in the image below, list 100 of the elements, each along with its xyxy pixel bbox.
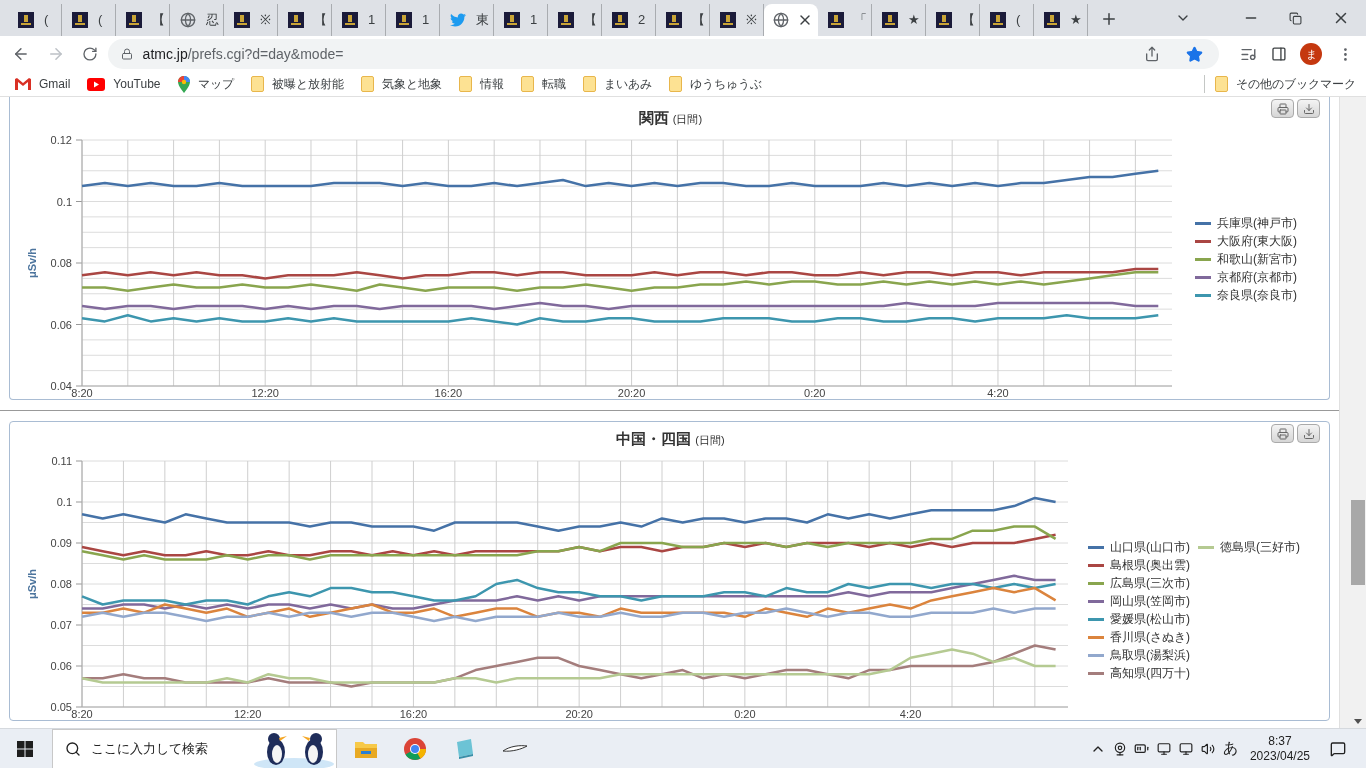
legend-label[interactable]: 岡山県(笠岡市) [1110, 592, 1190, 610]
ime-indicator[interactable]: あ [1218, 737, 1242, 760]
globe-icon [773, 12, 789, 28]
legend-label[interactable]: 高知県(四万十) [1110, 664, 1190, 682]
site-favicon-icon [720, 12, 736, 28]
axis-tick-label: 0.08 [50, 578, 72, 590]
axis-tick-label: 0.06 [50, 660, 72, 672]
search-icon [65, 740, 81, 757]
legend-label[interactable]: 島根県(奥出雲) [1110, 556, 1190, 574]
legend-label[interactable]: 奈良県(奈良市) [1217, 286, 1297, 304]
axis-tick-label: 20:20 [617, 387, 646, 399]
folder-icon [458, 76, 472, 92]
site-favicon-icon [612, 12, 628, 28]
restore-icon[interactable] [1289, 12, 1302, 25]
camera-icon[interactable] [1112, 741, 1127, 756]
play-icon [87, 77, 106, 91]
site-favicon-icon [72, 12, 88, 28]
bookmark-item[interactable]: 被曝と放射能 [250, 75, 344, 93]
reload-icon[interactable] [81, 46, 98, 62]
scrollbar-thumb[interactable] [1351, 500, 1365, 585]
chart-title: 関西 [638, 107, 669, 128]
axis-tick-label: 0.1 [56, 496, 72, 508]
axis-tick-label: 16:20 [399, 708, 428, 720]
legend-label[interactable]: 愛媛県(松山市) [1110, 610, 1190, 628]
download-icon [1302, 102, 1315, 115]
download-button[interactable] [1297, 424, 1320, 443]
folder-icon [360, 76, 374, 92]
printer-icon [1276, 427, 1289, 440]
back-icon[interactable] [12, 45, 30, 63]
globe-icon [180, 12, 196, 28]
legend-label[interactable]: 鳥取県(湯梨浜) [1110, 646, 1190, 664]
axis-tick-label: 0.11 [51, 455, 72, 467]
download-icon [1302, 427, 1315, 440]
speaker-icon[interactable] [1200, 741, 1215, 756]
folder-icon [668, 76, 682, 92]
chart-period: (日間) [695, 432, 725, 448]
bird-icon [450, 12, 466, 28]
bookmark-item[interactable]: マップ [177, 75, 234, 93]
folder-icon[interactable] [355, 739, 377, 758]
print-button[interactable] [1271, 424, 1294, 443]
legend-label[interactable]: 和歌山(新宮市) [1217, 250, 1297, 268]
folder-icon [250, 76, 264, 92]
legend-label[interactable]: 山口県(山口市) [1110, 538, 1190, 556]
bookmark-item[interactable]: ゆうちゅうぶ [668, 75, 762, 93]
axis-tick-label: 0.07 [50, 619, 72, 631]
bookmark-item[interactable]: まいあみ [582, 75, 652, 93]
axis-tick-label: 20:20 [565, 708, 593, 720]
notification-icon[interactable] [1330, 740, 1346, 757]
print-button[interactable] [1271, 99, 1294, 118]
search-field[interactable]: ここに入力して検索 [52, 728, 337, 768]
bookmark-star-icon[interactable] [1185, 45, 1203, 63]
legend-label[interactable]: 大阪府(東大阪) [1217, 232, 1297, 250]
monitor-icon[interactable] [1178, 741, 1193, 756]
site-favicon-icon [396, 12, 412, 28]
browser-tab[interactable] [764, 4, 818, 36]
axis-tick-label: 8:20 [71, 387, 93, 399]
axis-tick-label: 0.05 [50, 701, 72, 713]
printer-icon [1276, 102, 1289, 115]
axis-tick-label: 0:20 [804, 387, 826, 399]
site-favicon-icon [342, 12, 358, 28]
scrollbar[interactable] [1340, 97, 1366, 728]
site-favicon-icon [288, 12, 304, 28]
legend-label[interactable]: 香川県(さぬき) [1110, 628, 1190, 646]
app-icon[interactable] [502, 743, 528, 754]
folder-icon [1215, 76, 1228, 92]
axis-title: μSv/h [26, 569, 38, 599]
bookmark-item[interactable]: 気象と地象 [360, 75, 442, 93]
axis-tick-label: 0.1 [56, 195, 72, 208]
legend-label[interactable]: 徳島県(三好市) [1220, 538, 1300, 556]
legend-label[interactable]: 京都府(京都市) [1217, 268, 1297, 286]
new-tab-icon[interactable] [1100, 10, 1118, 28]
bookmark-item[interactable]: YouTube [87, 75, 161, 93]
address-bar[interactable]: atmc.jp/prefs.cgi?d=day&mode= [107, 39, 1219, 69]
download-button[interactable] [1297, 99, 1320, 118]
axis-title: μSv/h [26, 248, 38, 278]
chrome-logo-icon[interactable] [404, 737, 426, 760]
bookmark-item[interactable]: 転職 [520, 75, 566, 93]
legend-label[interactable]: 広島県(三次市) [1110, 574, 1190, 592]
axis-tick-label: 4:20 [987, 387, 1009, 399]
axis-tick-label: 12:20 [233, 708, 262, 720]
windows-logo-icon[interactable] [17, 740, 33, 757]
chart-title: 中国・四国 [616, 428, 692, 449]
other-bookmarks[interactable]: その他のブックマーク [1215, 75, 1356, 93]
battery-icon[interactable] [1134, 741, 1150, 756]
site-favicon-icon [1044, 12, 1060, 28]
bookmark-item[interactable]: 情報 [458, 75, 504, 93]
side-panel-icon[interactable] [1271, 46, 1288, 62]
legend-label[interactable]: 兵庫県(神戸市) [1217, 214, 1297, 232]
clock[interactable]: 8:37 2023/04/25 [1241, 733, 1318, 764]
scroll-down-icon[interactable] [1354, 719, 1362, 724]
folder-icon [520, 76, 534, 92]
axis-tick-label: 8:20 [71, 708, 93, 720]
site-favicon-icon [828, 12, 844, 28]
monitor-icon[interactable] [1156, 741, 1171, 756]
axis-tick-label: 0.12 [50, 134, 72, 146]
map-pin-icon [177, 75, 190, 93]
lock-icon [120, 48, 133, 60]
bookmark-item[interactable]: Gmail [15, 75, 71, 93]
share-icon[interactable] [1143, 46, 1160, 62]
profile-avatar[interactable]: ま [1300, 43, 1323, 65]
